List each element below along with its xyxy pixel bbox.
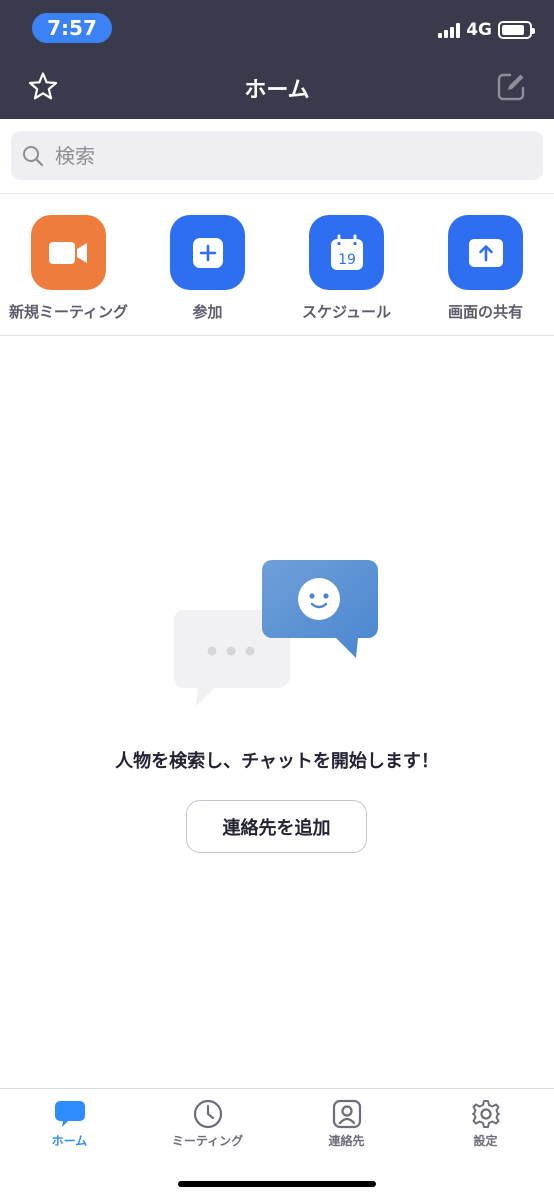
tab-home-label: ホーム: [51, 1134, 88, 1148]
divider: [0, 335, 554, 336]
tab-contacts[interactable]: 連絡先: [277, 1099, 416, 1149]
network-label: 4G: [466, 20, 492, 40]
new-meeting-label: 新規ミーティング: [8, 303, 129, 321]
battery-fill: [502, 25, 525, 35]
search-bar[interactable]: [11, 131, 543, 180]
clock-icon: [193, 1099, 222, 1129]
divider: [0, 193, 554, 194]
status-time-text: 7:57: [47, 16, 97, 40]
chat-illustration: [174, 560, 378, 706]
contact-icon: [332, 1099, 361, 1129]
signal-icon: [438, 22, 461, 38]
page-title: ホーム: [244, 78, 310, 103]
share-screen-icon: [468, 238, 503, 267]
tab-meetings-label: ミーティング: [171, 1134, 244, 1148]
tab-contacts-label: 連絡先: [328, 1134, 365, 1148]
tab-home[interactable]: ホーム: [0, 1099, 139, 1149]
compose-button[interactable]: [494, 70, 528, 104]
tab-meetings[interactable]: ミーティング: [138, 1099, 277, 1149]
video-camera-icon: [48, 241, 87, 264]
tab-settings-label: 設定: [473, 1134, 498, 1148]
share-screen-label: 画面の共有: [447, 303, 523, 321]
add-contact-button[interactable]: 連絡先を追加: [186, 800, 367, 853]
edit-icon: [497, 73, 525, 101]
share-screen-action[interactable]: 画面の共有: [416, 215, 554, 322]
schedule-action[interactable]: 19 スケジュール: [277, 215, 416, 322]
plus-icon: [192, 237, 223, 268]
new-meeting-action[interactable]: 新規ミーティング: [0, 215, 138, 322]
join-label: 参加: [192, 303, 223, 321]
calendar-icon: 19: [330, 234, 363, 270]
schedule-label: スケジュール: [302, 303, 391, 321]
join-action[interactable]: 参加: [138, 215, 277, 322]
gear-icon: [471, 1100, 500, 1128]
join-button[interactable]: [170, 215, 245, 290]
new-meeting-button[interactable]: [31, 215, 106, 290]
share-screen-button[interactable]: [448, 215, 523, 290]
empty-state-message: 人物を検索し、チャットを開始します！: [115, 751, 439, 772]
home-indicator[interactable]: [178, 1181, 376, 1187]
status-indicators: 4G: [438, 20, 535, 40]
battery-icon: [498, 21, 535, 39]
status-time[interactable]: 7:57: [32, 13, 112, 43]
search-icon: [23, 145, 44, 166]
quick-actions: 新規ミーティング 参加 19 スケジュール 画面の共有: [0, 215, 554, 325]
tab-settings[interactable]: 設定: [416, 1099, 554, 1149]
search-input[interactable]: [55, 143, 495, 168]
calendar-date: 19: [338, 252, 356, 268]
top-bar: 7:57 4G ホーム: [0, 0, 554, 119]
schedule-button[interactable]: 19: [309, 215, 384, 290]
chat-bubble-icon: [54, 1101, 85, 1127]
